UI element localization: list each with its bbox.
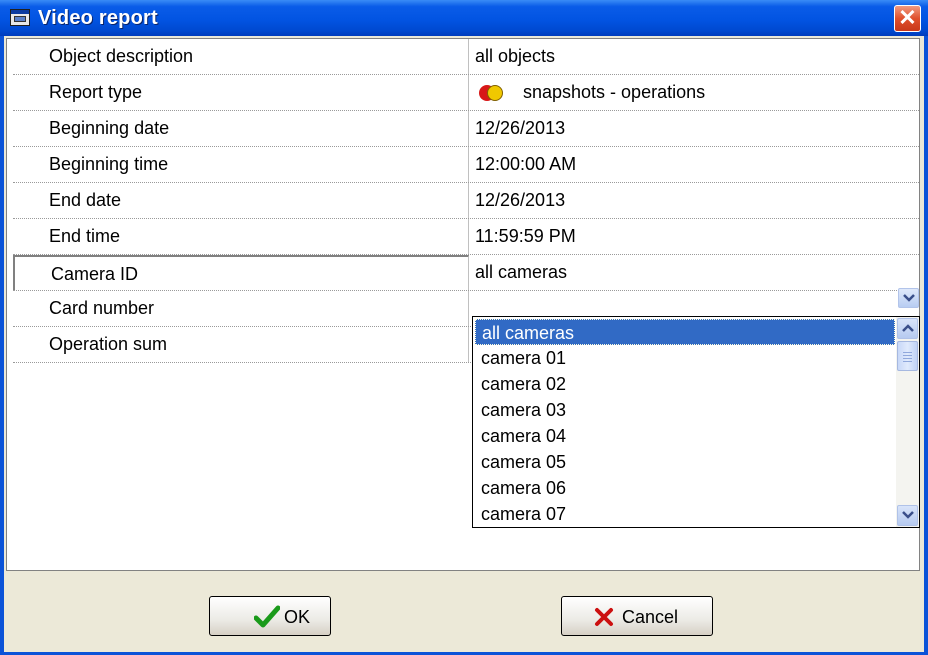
dropdown-option[interactable]: camera 04 [475, 423, 895, 449]
cancel-button[interactable]: Cancel [561, 596, 713, 636]
property-label: Beginning date [13, 111, 469, 146]
property-label: Camera ID [13, 255, 469, 290]
snapshot-operations-icon [479, 85, 503, 101]
cancel-label: Cancel [622, 607, 679, 627]
property-row-beginning-time[interactable]: Beginning time 12:00:00 AM [13, 147, 919, 183]
close-button[interactable]: ✕ [894, 5, 921, 32]
report-window-icon [10, 9, 30, 26]
dropdown-option[interactable]: camera 01 [475, 345, 895, 371]
dropdown-option[interactable]: all cameras [475, 319, 895, 345]
title-bar[interactable]: Video report ✕ [0, 0, 928, 36]
scroll-down-button[interactable] [897, 505, 918, 526]
dropdown-scrollbar[interactable] [896, 317, 919, 527]
property-label: Card number [13, 291, 469, 326]
property-value-report-type[interactable]: snapshots - operations [475, 75, 919, 110]
report-type-text: snapshots - operations [523, 82, 706, 102]
chevron-down-icon [903, 294, 915, 302]
property-label: Object description [13, 39, 469, 74]
ok-label: OK [284, 607, 311, 627]
property-label: Report type [13, 75, 469, 110]
property-value[interactable]: 11:59:59 PM [475, 219, 919, 254]
close-icon: ✕ [898, 5, 917, 30]
property-value[interactable]: all objects [475, 39, 919, 74]
property-row-report-type[interactable]: Report type snapshots - operations [13, 75, 919, 111]
property-label: Beginning time [13, 147, 469, 182]
chevron-down-icon [902, 511, 914, 519]
window-title: Video report [38, 7, 158, 29]
property-row-end-date[interactable]: End date 12/26/2013 [13, 183, 919, 219]
property-label: End date [13, 183, 469, 218]
chevron-up-icon [902, 324, 914, 332]
video-report-window: Video report ✕ Object description all ob… [0, 0, 928, 655]
camera-dropdown-list[interactable]: all cameras camera 01 camera 02 camera 0… [472, 316, 920, 528]
ok-button[interactable]: OK [209, 596, 331, 636]
property-value[interactable]: 12/26/2013 [475, 111, 919, 146]
cancel-x-icon [595, 608, 613, 626]
scroll-up-button[interactable] [897, 318, 918, 339]
dropdown-toggle-button[interactable] [898, 288, 919, 308]
dropdown-option[interactable]: camera 02 [475, 371, 895, 397]
camera-id-select[interactable]: all cameras [475, 255, 919, 290]
checkmark-icon [254, 605, 280, 628]
dropdown-option[interactable]: camera 05 [475, 449, 895, 475]
scroll-thumb[interactable] [897, 341, 918, 371]
dropdown-option[interactable]: camera 06 [475, 475, 895, 501]
property-row-beginning-date[interactable]: Beginning date 12/26/2013 [13, 111, 919, 147]
property-row-camera-id[interactable]: Camera ID all cameras [13, 255, 919, 291]
property-value[interactable]: 12:00:00 AM [475, 147, 919, 182]
property-value[interactable]: 12/26/2013 [475, 183, 919, 218]
property-row-end-time[interactable]: End time 11:59:59 PM [13, 219, 919, 255]
property-label: End time [13, 219, 469, 254]
property-row-object-description[interactable]: Object description all objects [13, 39, 919, 75]
property-label: Operation sum [13, 327, 469, 362]
dropdown-option[interactable]: camera 07 [475, 501, 895, 527]
dropdown-option[interactable]: camera 03 [475, 397, 895, 423]
